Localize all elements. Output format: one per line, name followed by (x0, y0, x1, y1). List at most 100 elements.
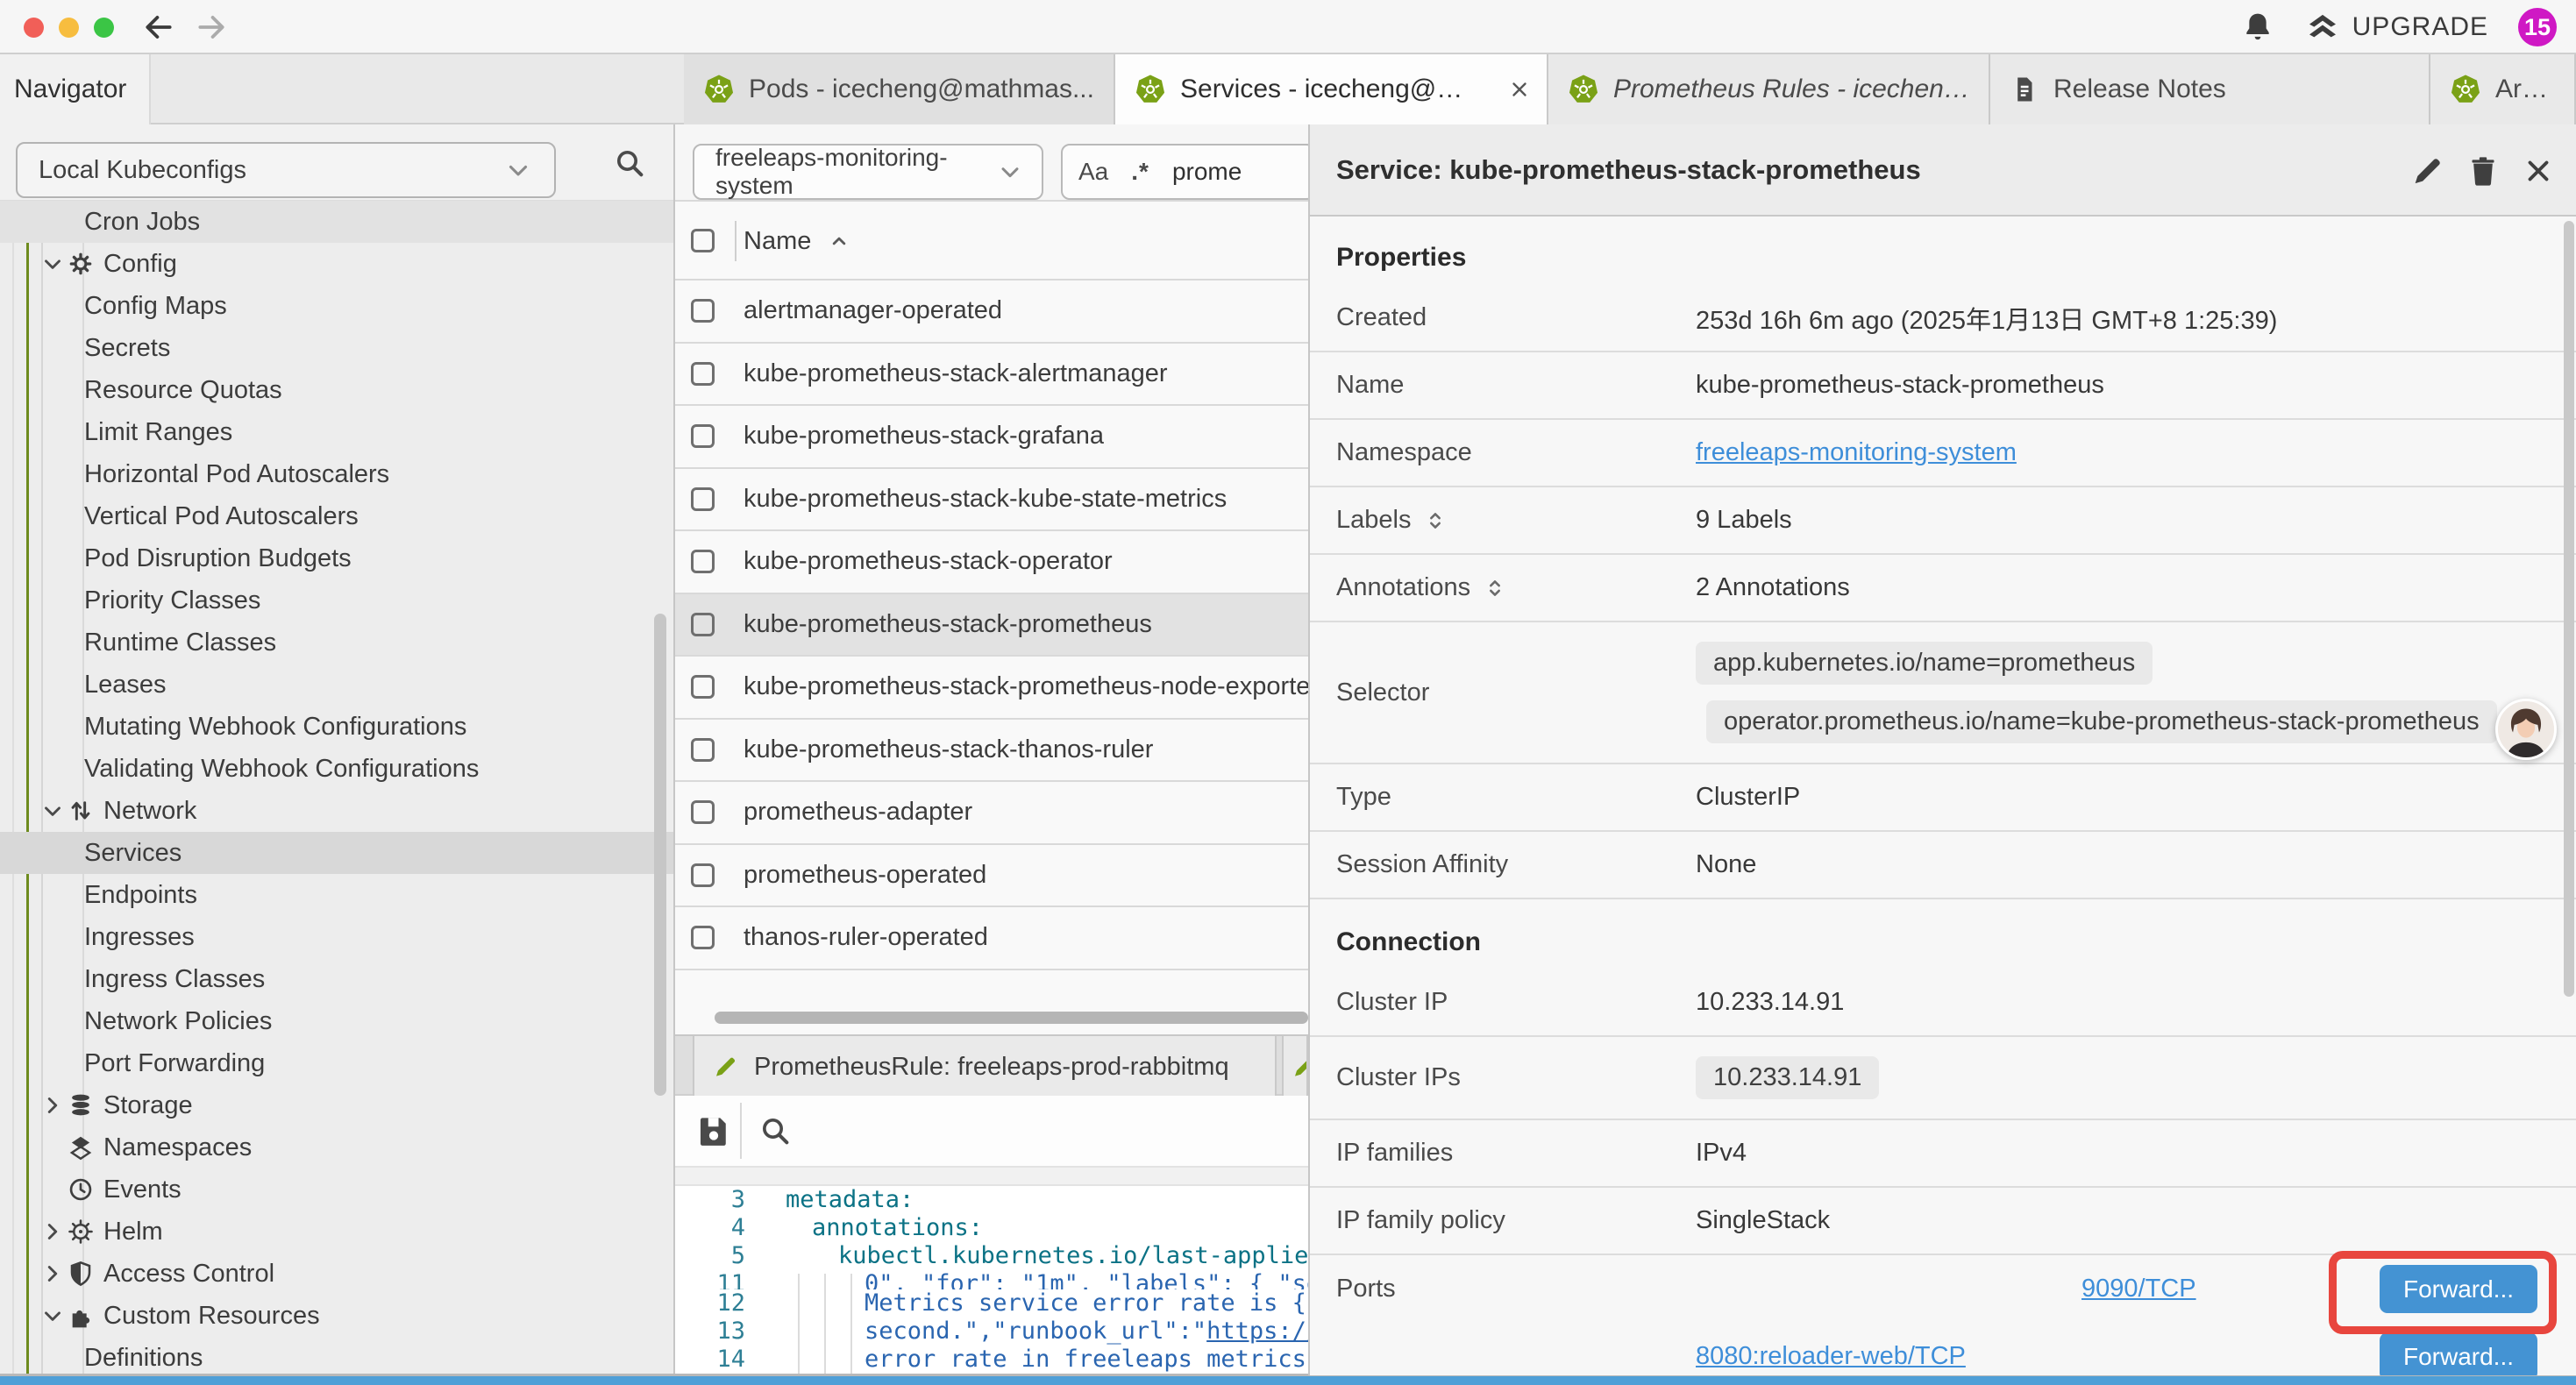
search-icon[interactable] (612, 146, 647, 181)
tab-navigator[interactable]: Navigator (0, 54, 151, 124)
sidebar-item-cron-jobs[interactable]: Cron Jobs (0, 201, 673, 243)
sidebar-item-storage[interactable]: Storage (0, 1084, 673, 1126)
close-window-button[interactable] (24, 18, 44, 38)
name-column-header[interactable]: Name (744, 202, 851, 281)
port-link[interactable]: 8080:reloader-web/TCP (1696, 1342, 1966, 1371)
table-row[interactable]: prometheus-operated (675, 845, 1308, 908)
table-row[interactable]: alertmanager-operated (675, 281, 1308, 344)
forward-icon[interactable] (195, 11, 228, 44)
close-icon[interactable] (2522, 154, 2555, 188)
pencil-icon (712, 1054, 738, 1080)
detail-scrollbar[interactable] (2564, 221, 2574, 997)
sidebar-item-events[interactable]: Events (0, 1168, 673, 1211)
sidebar-item-validating-webhook-configurations[interactable]: Validating Webhook Configurations (0, 748, 673, 790)
row-checkbox[interactable] (691, 675, 715, 699)
sidebar-item-secrets[interactable]: Secrets (0, 327, 673, 369)
filter-query-text[interactable]: prome (1172, 158, 1242, 186)
row-checkbox[interactable] (691, 362, 715, 386)
sidebar-item-network-policies[interactable]: Network Policies (0, 1000, 673, 1042)
table-row[interactable]: kube-prometheus-stack-operator (675, 531, 1308, 594)
avatar[interactable] (2495, 699, 2557, 760)
sidebar-item-limit-ranges[interactable]: Limit Ranges (0, 411, 673, 453)
sidebar-item-helm[interactable]: Helm (0, 1211, 673, 1253)
row-checkbox[interactable] (691, 926, 715, 949)
row-checkbox[interactable] (691, 487, 715, 511)
sidebar-item-access-control[interactable]: Access Control (0, 1253, 673, 1295)
sort-toggle-icon[interactable] (1483, 576, 1507, 600)
tab-release-notes[interactable]: Release Notes (1990, 54, 2430, 124)
sidebar-item-leases[interactable]: Leases (0, 664, 673, 706)
namespace-link[interactable]: freeleaps-monitoring-system (1696, 438, 2017, 467)
forward-button[interactable]: Forward... (2380, 1265, 2537, 1313)
editor-tab-prometheusrule[interactable]: PrometheusRule: freeleaps-prod-rabbitmq (693, 1036, 1277, 1097)
chevron-right-icon[interactable] (39, 1218, 67, 1245)
sidebar-item-mutating-webhook-configurations[interactable]: Mutating Webhook Configurations (0, 706, 673, 748)
sidebar-item-custom-resources[interactable]: Custom Resources (0, 1295, 673, 1337)
chevron-right-icon[interactable] (39, 1261, 67, 1287)
sidebar-scrollbar[interactable] (654, 614, 666, 1096)
select-all-checkbox[interactable] (691, 229, 715, 252)
yaml-editor[interactable]: 3metadata:4annotations:5kubectl.kubernet… (675, 1186, 1308, 1375)
sidebar-item-vertical-pod-autoscalers[interactable]: Vertical Pod Autoscalers (0, 495, 673, 537)
table-row[interactable]: kube-prometheus-stack-thanos-ruler (675, 720, 1308, 783)
notification-count-badge[interactable]: 15 (2518, 8, 2557, 46)
table-row[interactable]: kube-prometheus-stack-grafana (675, 406, 1308, 469)
row-checkbox[interactable] (691, 738, 715, 762)
filter-input[interactable]: Aa .* prome (1061, 144, 1308, 200)
sidebar-item-resource-quotas[interactable]: Resource Quotas (0, 369, 673, 411)
row-checkbox[interactable] (691, 299, 715, 323)
kubeconfig-select[interactable]: Local Kubeconfigs (16, 142, 556, 198)
edit-icon[interactable] (2409, 153, 2444, 188)
editor-search-icon[interactable] (758, 1113, 793, 1148)
row-checkbox[interactable] (691, 800, 715, 824)
sidebar-item-services[interactable]: Services (0, 832, 673, 874)
editor-tab-next[interactable] (1282, 1036, 1308, 1097)
tab-prometheus-rules-icecheng[interactable]: Prometheus Rules - icecheng... (1548, 54, 1990, 124)
sidebar-item-definitions[interactable]: Definitions (0, 1337, 673, 1375)
table-row[interactable]: kube-prometheus-stack-alertmanager (675, 344, 1308, 407)
row-checkbox[interactable] (691, 613, 715, 636)
sidebar-item-endpoints[interactable]: Endpoints (0, 874, 673, 916)
sidebar-item-ingresses[interactable]: Ingresses (0, 916, 673, 958)
sort-toggle-icon[interactable] (1423, 508, 1448, 533)
horizontal-scrollbar[interactable] (715, 1012, 1308, 1024)
table-row[interactable]: kube-prometheus-stack-prometheus (675, 594, 1308, 657)
table-row[interactable]: thanos-ruler-operated (675, 907, 1308, 970)
sidebar-item-priority-classes[interactable]: Priority Classes (0, 579, 673, 621)
back-icon[interactable] (142, 11, 175, 44)
table-row[interactable]: kube-prometheus-stack-kube-state-metrics (675, 469, 1308, 532)
sidebar-item-horizontal-pod-autoscalers[interactable]: Horizontal Pod Autoscalers (0, 453, 673, 495)
sidebar-item-config-maps[interactable]: Config Maps (0, 285, 673, 327)
sidebar-item-port-forwarding[interactable]: Port Forwarding (0, 1042, 673, 1084)
close-tab-icon[interactable] (1508, 78, 1531, 101)
chevron-down-icon[interactable] (39, 251, 67, 277)
bell-icon[interactable] (2240, 10, 2275, 45)
row-checkbox[interactable] (691, 550, 715, 573)
table-row[interactable]: prometheus-adapter (675, 782, 1308, 845)
forward-button[interactable]: Forward... (2380, 1332, 2537, 1375)
chevron-right-icon[interactable] (39, 1092, 67, 1119)
table-row[interactable]: kube-prometheus-stack-prometheus-node-ex… (675, 657, 1308, 720)
trash-icon[interactable] (2466, 153, 2501, 188)
sidebar-item-ingress-classes[interactable]: Ingress Classes (0, 958, 673, 1000)
sidebar-item-network[interactable]: Network (0, 790, 673, 832)
sidebar-item-namespaces[interactable]: Namespaces (0, 1126, 673, 1168)
chevron-down-icon[interactable] (39, 1303, 67, 1329)
tab-services-icecheng-math[interactable]: Services - icecheng@math... (1115, 54, 1548, 124)
match-case-toggle[interactable]: Aa (1078, 158, 1108, 186)
save-icon[interactable] (694, 1112, 733, 1150)
row-checkbox[interactable] (691, 424, 715, 448)
port-link[interactable]: 9090/TCP (2081, 1275, 2196, 1303)
regex-toggle[interactable]: .* (1131, 158, 1149, 186)
minimize-window-button[interactable] (59, 18, 79, 38)
tab-argo-se[interactable]: Argo Se (2430, 54, 2576, 124)
sidebar-item-runtime-classes[interactable]: Runtime Classes (0, 621, 673, 664)
maximize-window-button[interactable] (94, 18, 114, 38)
namespace-select[interactable]: freeleaps-monitoring-system (693, 144, 1043, 200)
sidebar-item-pod-disruption-budgets[interactable]: Pod Disruption Budgets (0, 537, 673, 579)
row-checkbox[interactable] (691, 863, 715, 887)
chevron-down-icon[interactable] (39, 798, 67, 824)
sidebar-item-config[interactable]: Config (0, 243, 673, 285)
tab-pods-icecheng-mathmas[interactable]: Pods - icecheng@mathmas... (684, 54, 1115, 124)
upgrade-button[interactable]: UPGRADE (2305, 10, 2488, 45)
